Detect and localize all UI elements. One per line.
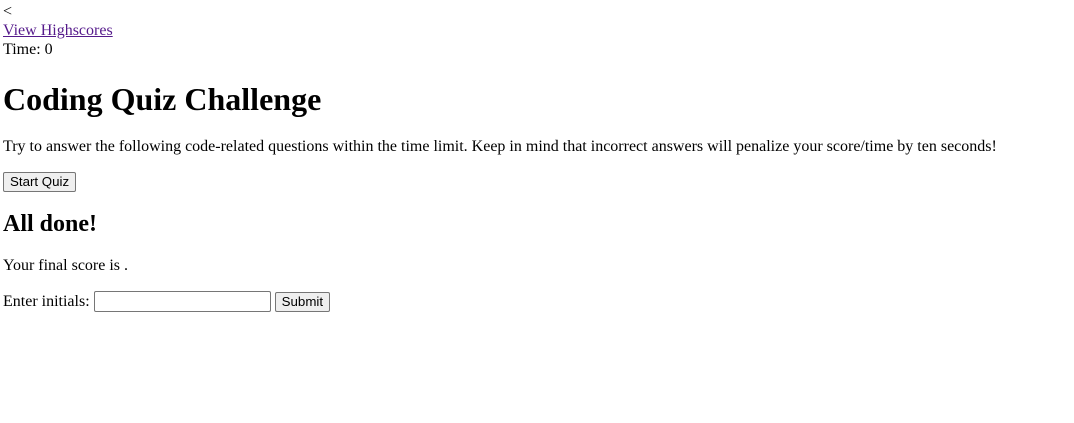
initials-label: Enter initials: (3, 293, 90, 310)
final-score-suffix: . (124, 257, 129, 274)
intro-section: Coding Quiz Challenge Try to answer the … (3, 80, 1071, 192)
page-title: Coding Quiz Challenge (3, 81, 322, 117)
header: < View Highscores Time: 0 (3, 2, 1071, 59)
initials-form: Enter initials: Submit (3, 291, 1071, 312)
timer-value: 0 (44, 41, 53, 58)
view-highscores-link[interactable]: View Highscores (3, 22, 113, 39)
done-section: All done! Your final score is . Enter in… (3, 210, 1071, 312)
initials-input[interactable] (93, 291, 271, 312)
start-quiz-button[interactable]: Start Quiz (3, 172, 77, 192)
final-score-prefix: Your final score is (3, 257, 125, 274)
timer: Time: 0 (3, 40, 1071, 59)
quiz-description: Try to answer the following code-related… (3, 138, 997, 155)
done-title: All done! (3, 211, 98, 237)
timer-label: Time: (3, 41, 45, 58)
back-arrow-icon: < (3, 3, 13, 20)
submit-button[interactable]: Submit (274, 291, 331, 312)
final-score-text: Your final score is . (3, 256, 1071, 275)
